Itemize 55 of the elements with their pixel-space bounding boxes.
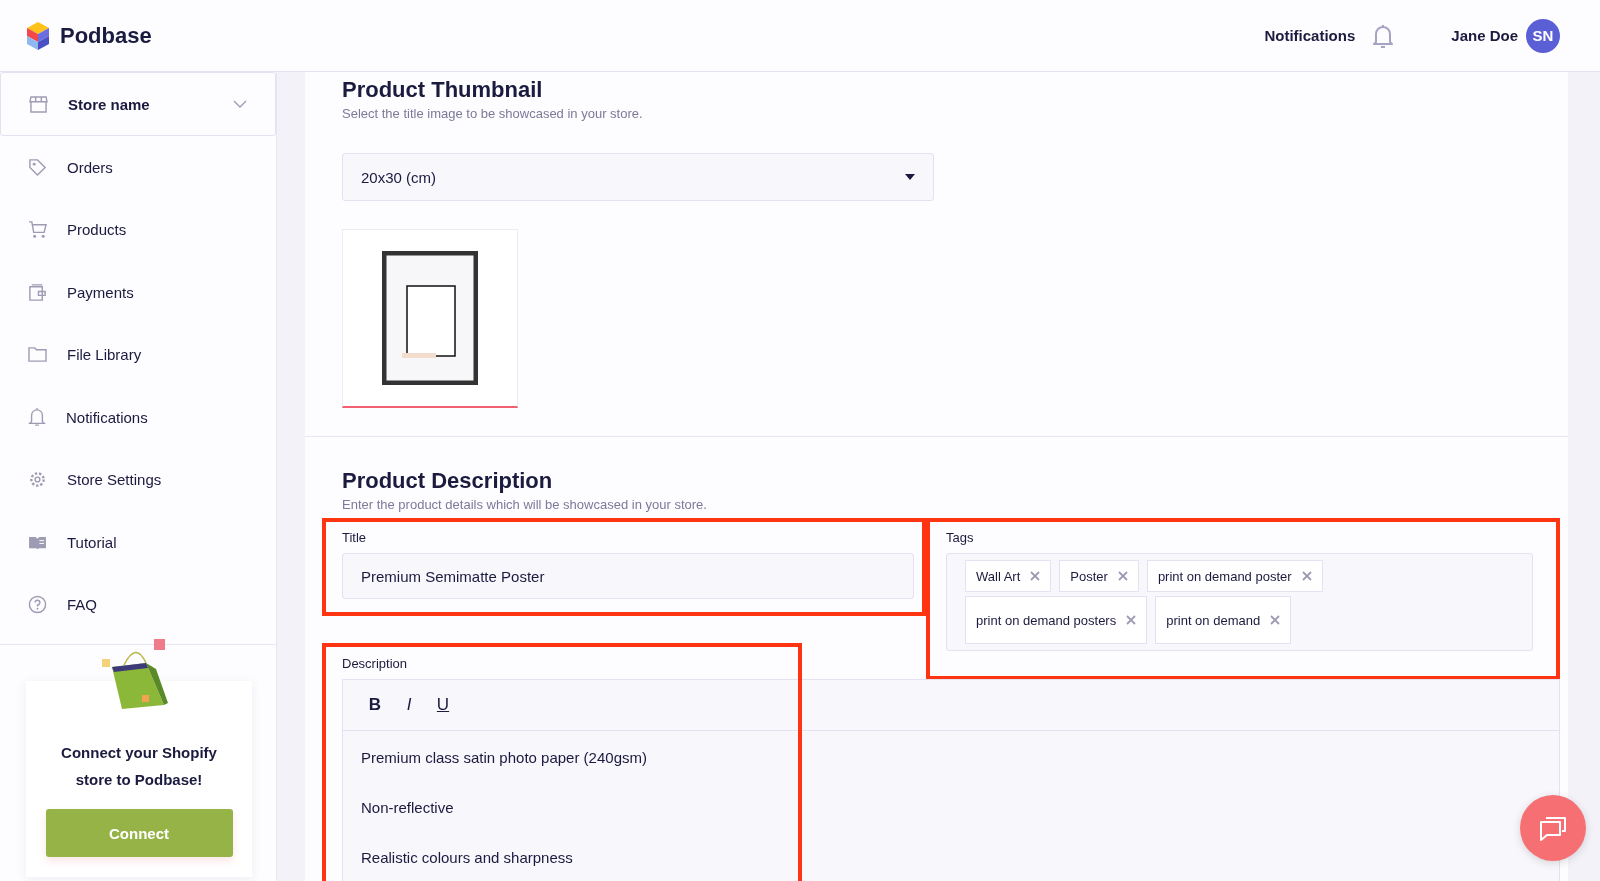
chevron-down-icon	[233, 100, 247, 108]
book-icon	[28, 534, 47, 550]
close-icon[interactable]	[1270, 615, 1281, 625]
field-label: Title	[342, 530, 368, 545]
sidebar-item[interactable]: Notifications	[0, 386, 276, 449]
field-label: Tags	[946, 530, 975, 545]
description-paragraph: Premium class satin photo paper (240gsm)	[361, 748, 648, 768]
tag-label: print on demand poster	[1157, 568, 1292, 584]
size-select[interactable]: 20x30 (cm)	[342, 153, 934, 201]
thumbnail-option[interactable]	[342, 229, 518, 408]
close-icon[interactable]	[1030, 571, 1041, 581]
settings-icon	[28, 470, 47, 490]
help-icon	[28, 595, 47, 615]
tag-label: print on demand	[1166, 612, 1261, 628]
wallet-icon	[28, 282, 47, 302]
user-name[interactable]: Jane Doe	[1451, 27, 1518, 44]
store-selector[interactable]: Store name	[0, 72, 276, 136]
tag-icon	[28, 157, 47, 177]
close-icon[interactable]	[1126, 615, 1137, 625]
caret-down-icon	[905, 174, 915, 180]
promo-text: Connect your Shopify store to Podbase!	[60, 743, 218, 790]
format-button[interactable]: B	[363, 691, 387, 719]
description-paragraph: Realistic colours and sharpness	[361, 848, 574, 868]
description-paragraph: Non-reflective	[361, 798, 455, 818]
brand-name: Podbase	[60, 22, 152, 49]
section-title: Product Description	[342, 467, 554, 495]
close-icon[interactable]	[1117, 571, 1128, 581]
title-input[interactable]: Premium Semimatte Poster	[342, 553, 914, 599]
sidebar-item[interactable]: Store Settings	[0, 448, 276, 511]
section-title: Product Thumbnail	[342, 76, 544, 104]
tag-label: Wall Art	[976, 568, 1021, 584]
close-icon[interactable]	[1301, 571, 1312, 581]
sidebar-item[interactable]: Products	[0, 198, 276, 261]
cube-logo-icon	[26, 20, 50, 51]
user-avatar[interactable]: SN	[1526, 18, 1560, 53]
sidebar-item[interactable]: Payments	[0, 261, 276, 324]
section-subtitle: Select the title image to be showcased in your store.	[342, 106, 644, 121]
sidebar-item[interactable]: Tutorial	[0, 511, 276, 574]
tag-label: Poster	[1070, 568, 1108, 584]
tag-label: print on demand posters	[976, 612, 1117, 628]
sidebar-item[interactable]: File Library	[0, 323, 276, 386]
bell-icon	[28, 407, 46, 428]
section-subtitle: Enter the product details which will be showcased in your store.	[342, 497, 708, 512]
sidebar-item[interactable]: Orders	[0, 136, 276, 199]
tags-input[interactable]: Wall Art Poster print on demand poster print on demand posters print on demand	[946, 553, 1533, 651]
format-button[interactable]: I	[397, 691, 421, 719]
cart-icon	[28, 220, 47, 240]
format-button[interactable]: U	[431, 691, 455, 719]
field-label: Description	[342, 656, 409, 671]
folder-icon	[28, 346, 47, 364]
notifications-label[interactable]: Notifications	[1264, 27, 1356, 44]
chat-bubbles-icon	[1538, 814, 1568, 842]
rich-text-editor[interactable]: B I U Premium class satin photo paper (240gsm) Non-reflective Realistic colours and sharpness	[342, 679, 1560, 881]
storefront-icon	[29, 95, 48, 113]
sidebar-item[interactable]: FAQ	[0, 573, 276, 636]
